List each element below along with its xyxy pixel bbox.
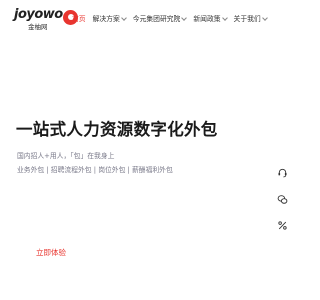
chevron-down-icon (181, 15, 188, 21)
chevron-down-icon (261, 15, 268, 21)
headset-icon (277, 168, 287, 177)
chevron-down-icon (221, 15, 228, 21)
hero-service-list: 业务外包 | 招聘流程外包 | 岗位外包 | 薪酬福利外包 (17, 166, 173, 174)
hero-tagline: 国内招人+用人，「包」在我身上 (17, 152, 115, 160)
wechat-button[interactable] (275, 192, 289, 206)
logo-wordmark: joyowo (14, 7, 63, 22)
customer-service-button[interactable] (275, 165, 289, 179)
floating-contact-bar (271, 162, 293, 234)
nav-item-home[interactable]: 首页 (72, 12, 86, 26)
top-navigation-bar: joyowo 金柚网 首页 解决方案 今元集团研究院 新闻政策 关于我们 (0, 0, 300, 40)
hero-title: 一站式人力资源数字化外包 (16, 120, 218, 139)
nav-item-label: 解决方案 (92, 15, 120, 23)
percent-icon (277, 220, 287, 230)
nav-item-solutions[interactable]: 解决方案 (92, 12, 127, 26)
brand-logo[interactable]: joyowo 金柚网 (14, 7, 78, 34)
chevron-down-icon (120, 15, 127, 21)
nav-item-label: 今元集团研究院 (132, 15, 181, 23)
logo-chinese-name: 金柚网 (28, 23, 48, 31)
discount-button[interactable] (275, 218, 289, 232)
wechat-icon (277, 194, 287, 204)
nav-item-label: 关于我们 (233, 15, 261, 23)
nav-item-label: 新闻政策 (193, 15, 221, 23)
try-now-button[interactable]: 立即体验 (36, 247, 66, 258)
nav-item-research-institute[interactable]: 今元集团研究院 (132, 12, 188, 26)
nav-item-label: 首页 (72, 15, 86, 23)
main-nav: 首页 解决方案 今元集团研究院 新闻政策 关于我们 (72, 12, 274, 26)
nav-item-news-policy[interactable]: 新闻政策 (193, 12, 228, 26)
nav-item-about-us[interactable]: 关于我们 (233, 12, 268, 26)
